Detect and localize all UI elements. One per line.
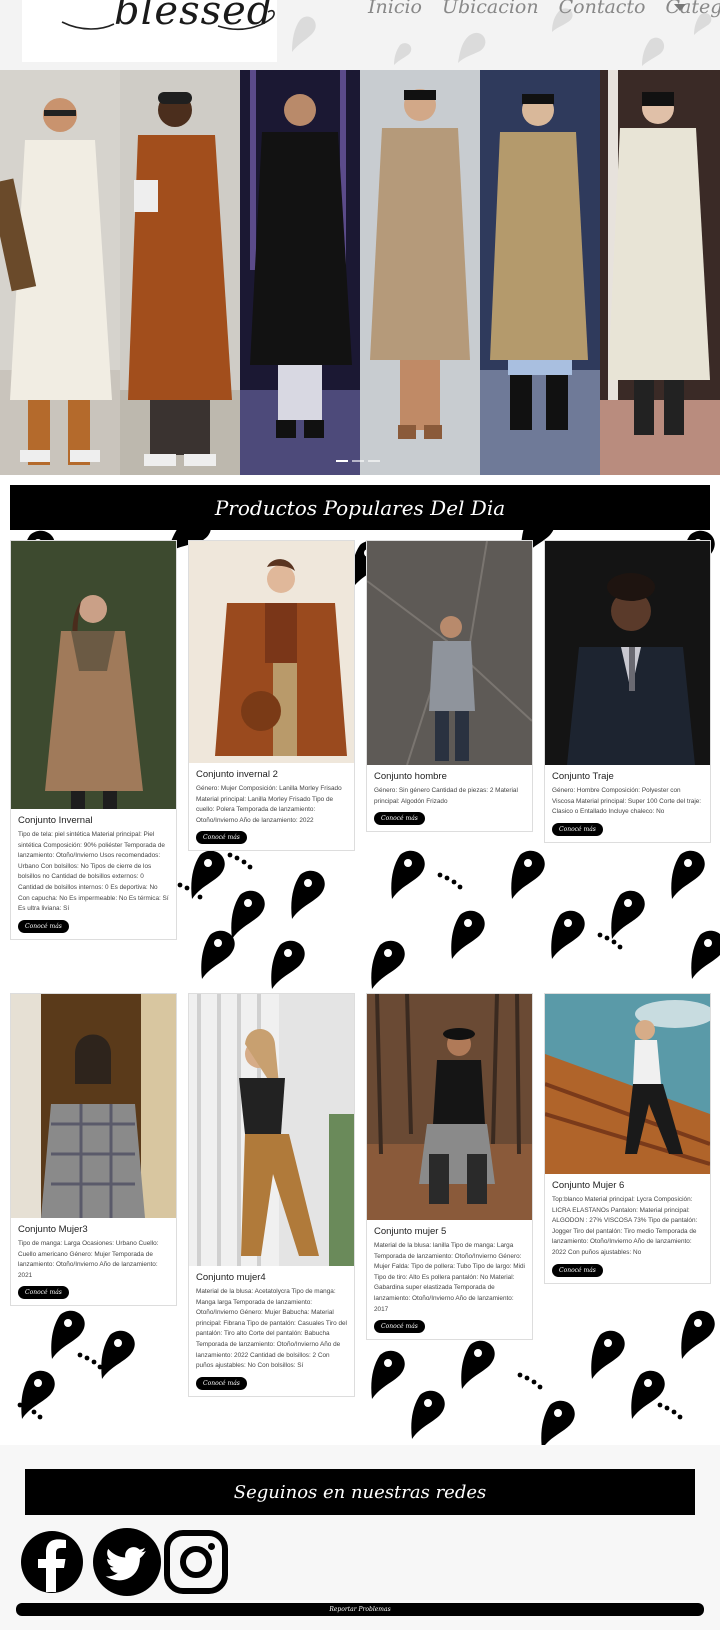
chevron-down-icon[interactable] — [674, 4, 686, 11]
social-banner: Seguinos en nuestras redes — [25, 1469, 695, 1515]
main-nav: Inicio Ubicacion Contacto Categorias — [368, 0, 720, 18]
learn-more-button[interactable]: Conocé más — [18, 1286, 69, 1300]
product-title: Conjunto Mujer 6 — [552, 1180, 625, 1191]
product-card: Conjunto Traje Género: Hombre Composició… — [544, 540, 711, 843]
product-description: Material de la blusa: Acetatolycra Tipo … — [196, 1288, 347, 1370]
nav-contacto[interactable]: Contacto — [559, 0, 646, 18]
product-description: Género: Hombre Composición: Polyester co… — [552, 787, 702, 816]
carousel-dot-2[interactable] — [352, 460, 364, 462]
section-title: Productos Populares Del Dia — [214, 495, 506, 520]
hero-photo-6 — [600, 70, 720, 475]
product-title: Conjunto Invernal — [18, 815, 93, 826]
hero-photo-4 — [360, 70, 480, 475]
product-description: Material de la blusa: lanilla Tipo de ma… — [374, 1242, 525, 1313]
site-footer: Seguinos en nuestras redes Reportar Prob… — [0, 1445, 720, 1630]
product-description: Género: Mujer Composición: Lanilla Morle… — [196, 785, 342, 824]
hero-photo-2 — [120, 70, 240, 475]
carousel-dot-1[interactable] — [336, 460, 348, 462]
product-title: Conjunto mujer4 — [196, 1272, 266, 1283]
learn-more-button[interactable]: Conocé más — [552, 822, 603, 836]
product-title: Conjunto hombre — [374, 771, 447, 782]
twitter-icon[interactable] — [92, 1527, 162, 1597]
product-image — [545, 541, 710, 765]
product-image — [189, 541, 354, 763]
carousel-dot-3[interactable] — [368, 460, 380, 462]
hero-photo-5 — [480, 70, 600, 475]
product-image — [367, 541, 532, 765]
product-image — [367, 994, 532, 1220]
section-title-banner: Productos Populares Del Dia — [10, 485, 710, 530]
social-title: Seguinos en nuestras redes — [233, 1481, 487, 1503]
site-header: blessed Inicio Ubicacion Contacto Catego… — [0, 0, 720, 70]
product-description: Tipo de manga: Larga Ocasiones: Urbano C… — [18, 1240, 159, 1279]
learn-more-button[interactable]: Conocé más — [18, 919, 69, 933]
product-card: Conjunto mujer 5 Material de la blusa: l… — [366, 993, 533, 1341]
learn-more-button[interactable]: Conocé más — [196, 1376, 247, 1390]
product-description: Género: Sin género Cantidad de piezas: 2… — [374, 787, 518, 805]
popular-products-section: Productos Populares Del Dia Conjunto Inv… — [0, 475, 720, 1445]
report-bar: Reportar Problemas — [16, 1603, 704, 1616]
learn-more-button[interactable]: Conocé más — [374, 1320, 425, 1334]
instagram-icon[interactable] — [164, 1530, 228, 1594]
learn-more-button[interactable]: Conocé más — [374, 812, 425, 826]
learn-more-button[interactable]: Conocé más — [196, 831, 247, 845]
facebook-icon[interactable] — [20, 1530, 84, 1594]
hero-carousel[interactable] — [0, 70, 720, 475]
product-image — [11, 541, 176, 809]
product-title: Conjunto Traje — [552, 771, 614, 782]
product-card: Conjunto hombre Género: Sin género Canti… — [366, 540, 533, 833]
logo-box[interactable]: blessed — [22, 0, 277, 62]
report-problems-link[interactable]: Reportar Problemas — [329, 1606, 390, 1613]
nav-ubicacion[interactable]: Ubicacion — [442, 0, 539, 18]
product-description: Top:blanco Material principal: Lycra Com… — [552, 1196, 698, 1256]
logo-text: blessed — [114, 0, 274, 34]
product-card: Conjunto Mujer3 Tipo de manga: Larga Oca… — [10, 993, 177, 1307]
hero-photo-1 — [0, 70, 120, 475]
product-card: Conjunto Invernal Tipo de tela: piel sin… — [10, 540, 177, 940]
learn-more-button[interactable]: Conocé más — [552, 1263, 603, 1277]
product-image — [189, 994, 354, 1266]
product-description: Tipo de tela: piel sintética Material pr… — [18, 831, 169, 913]
product-card: Conjunto mujer4 Material de la blusa: Ac… — [188, 993, 355, 1397]
carousel-indicators — [336, 460, 380, 462]
product-title: Conjunto mujer 5 — [374, 1226, 447, 1237]
product-image — [545, 994, 710, 1174]
product-image — [11, 994, 176, 1218]
product-card: Conjunto invernal 2 Género: Mujer Compos… — [188, 540, 355, 852]
product-title: Conjunto Mujer3 — [18, 1224, 88, 1235]
product-title: Conjunto invernal 2 — [196, 769, 278, 780]
product-card: Conjunto Mujer 6 Top:blanco Material pri… — [544, 993, 711, 1284]
nav-inicio[interactable]: Inicio — [368, 0, 422, 18]
hero-photo-3 — [240, 70, 360, 475]
